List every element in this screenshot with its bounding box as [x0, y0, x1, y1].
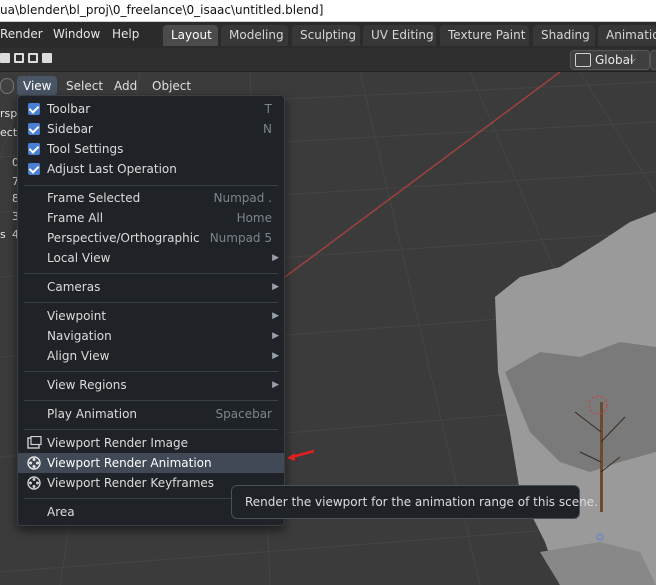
menu-separator — [24, 302, 278, 303]
menu-item-shortcut: N — [263, 122, 272, 136]
checkbox-checked-icon[interactable] — [28, 103, 40, 115]
menu-item-label: Sidebar — [47, 122, 93, 136]
menu-item-sidebar[interactable]: Sidebar N — [18, 119, 284, 139]
menu-item-label: Viewpoint — [47, 309, 107, 323]
menu-item-label: View Regions — [47, 378, 127, 392]
menu-item-label: Frame Selected — [47, 191, 141, 205]
menu-item-tool-settings[interactable]: Tool Settings — [18, 139, 284, 159]
tooltip-text: Render the viewport for the animation ra… — [245, 495, 598, 509]
tab-animation[interactable]: Animation — [598, 25, 656, 46]
select-mode-new-icon[interactable] — [0, 53, 10, 63]
menu-add[interactable]: Add — [108, 76, 143, 96]
menu-item-viewpoint[interactable]: Viewpoint ▶ — [18, 306, 284, 326]
menu-item-align-view[interactable]: Align View ▶ — [18, 346, 284, 366]
menu-item-frame-selected[interactable]: Frame Selected Numpad . — [18, 188, 284, 208]
pivot-button[interactable] — [650, 50, 656, 70]
menu-item-label: Viewport Render Keyframes — [47, 476, 215, 490]
submenu-arrow-icon: ▶ — [272, 331, 279, 341]
chevron-down-icon: ⌵ — [629, 55, 636, 65]
menu-item-label: Viewport Render Animation — [47, 456, 212, 470]
menu-item-cameras[interactable]: Cameras ▶ — [18, 277, 284, 297]
menu-view[interactable]: View — [17, 76, 58, 96]
tab-texture-paint[interactable]: Texture Paint — [440, 25, 529, 46]
submenu-arrow-icon: ▶ — [272, 380, 279, 390]
menu-item-label: Local View — [47, 251, 111, 265]
view-menu-dropdown: Toolbar T Sidebar N Tool Settings Adjust… — [17, 95, 285, 526]
menu-item-shortcut: Numpad 5 — [209, 231, 272, 245]
menu-separator — [24, 400, 278, 401]
menu-window[interactable]: Window — [53, 22, 100, 46]
window-title-bar: ua\blender\bl_proj\0_freelance\0_isaac\u… — [0, 0, 656, 22]
orientation-value: Global — [595, 53, 634, 67]
menu-item-label: Perspective/Orthographic — [47, 231, 200, 245]
menu-item-label: Adjust Last Operation — [47, 162, 177, 176]
submenu-arrow-icon: ▶ — [272, 311, 279, 321]
menu-item-adjust-last-operation[interactable]: Adjust Last Operation — [18, 159, 284, 179]
menu-item-shortcut: Spacebar — [215, 407, 272, 421]
menu-object[interactable]: Object — [146, 76, 197, 96]
menu-item-label: Align View — [47, 349, 110, 363]
menu-separator — [24, 429, 278, 430]
menu-item-label: Play Animation — [47, 407, 138, 421]
checkbox-checked-icon[interactable] — [28, 163, 40, 175]
menu-item-shortcut: Numpad . — [213, 191, 273, 205]
menu-item-frame-all[interactable]: Frame All Home — [18, 208, 284, 228]
menu-help[interactable]: Help — [112, 22, 139, 46]
menu-item-label: Toolbar — [47, 102, 91, 116]
tab-modeling[interactable]: Modeling — [221, 25, 288, 46]
tab-uv-editing[interactable]: UV Editing — [363, 25, 436, 46]
menu-item-navigation[interactable]: Navigation ▶ — [18, 326, 284, 346]
menu-item-label: Tool Settings — [47, 142, 124, 156]
select-mode-extend-icon[interactable] — [14, 53, 24, 63]
tab-layout[interactable]: Layout — [163, 25, 218, 46]
render-animation-icon — [27, 456, 41, 470]
window-title: ua\blender\bl_proj\0_freelance\0_isaac\u… — [0, 3, 324, 17]
menu-item-local-view[interactable]: Local View ▶ — [18, 248, 284, 268]
red-arrow-icon — [287, 449, 315, 461]
tab-sculpting[interactable]: Sculpting — [292, 25, 360, 46]
menu-item-label: Navigation — [47, 329, 112, 343]
menu-separator — [24, 371, 278, 372]
menu-item-perspective-orthographic[interactable]: Perspective/Orthographic Numpad 5 — [18, 228, 284, 248]
menu-select[interactable]: Select — [60, 76, 109, 96]
menu-item-viewport-render-image[interactable]: Viewport Render Image — [18, 433, 284, 453]
viewport-header: View Select Add Object — [0, 76, 260, 96]
top-menubar: Render Window Help Layout Modeling Sculp… — [0, 22, 656, 48]
submenu-arrow-icon: ▶ — [272, 253, 279, 263]
submenu-arrow-icon: ▶ — [272, 351, 279, 361]
menu-item-toolbar[interactable]: Toolbar T — [18, 99, 284, 119]
select-mode-intersect-icon[interactable] — [42, 53, 52, 63]
menu-item-label: Area — [47, 505, 75, 519]
submenu-arrow-icon: ▶ — [272, 282, 279, 292]
menu-item-label: Viewport Render Image — [47, 436, 189, 450]
menu-item-shortcut: T — [264, 102, 272, 116]
menu-item-shortcut: Home — [236, 211, 272, 225]
menu-separator — [24, 185, 278, 186]
menu-item-play-animation[interactable]: Play Animation Spacebar — [18, 404, 284, 424]
editor-type-icon[interactable] — [0, 78, 14, 94]
menu-item-viewport-render-animation[interactable]: Viewport Render Animation — [18, 453, 284, 473]
editor-toolrow: Global ⌵ — [0, 48, 656, 72]
menu-item-view-regions[interactable]: View Regions ▶ — [18, 375, 284, 395]
menu-item-label: Cameras — [47, 280, 101, 294]
menu-separator — [24, 273, 278, 274]
checkbox-checked-icon[interactable] — [28, 143, 40, 155]
menu-item-label: Frame All — [47, 211, 104, 225]
select-mode-subtract-icon[interactable] — [28, 53, 38, 63]
tooltip: Render the viewport for the animation ra… — [231, 485, 598, 519]
overlay-stat: s — [0, 228, 6, 241]
render-image-icon — [27, 436, 42, 449]
transform-orientation-dropdown[interactable]: Global ⌵ — [570, 50, 650, 70]
tab-shading[interactable]: Shading — [533, 25, 595, 46]
checkbox-checked-icon[interactable] — [28, 123, 40, 135]
render-keyframes-icon — [27, 476, 41, 490]
orientation-icon — [575, 53, 591, 67]
menu-render[interactable]: Render — [0, 22, 43, 46]
